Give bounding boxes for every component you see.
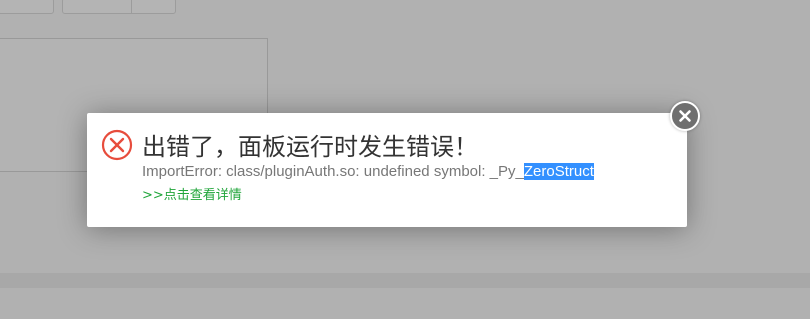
close-dialog-button[interactable]: [670, 101, 700, 131]
background-footer: [0, 273, 810, 288]
error-message: ImportError: class/pluginAuth.so: undefi…: [142, 162, 594, 182]
background-input-box: [0, 0, 54, 14]
error-message-selected-text: ZeroStruct: [523, 163, 594, 180]
dialog-title: 出错了，面板运行时发生错误！: [142, 133, 478, 161]
view-details-link[interactable]: >>点击查看详情: [142, 187, 242, 205]
error-message-text: ImportError: class/pluginAuth.so: undefi…: [142, 163, 524, 180]
background-select-divider: [131, 0, 132, 13]
background-select-box: [62, 0, 176, 14]
close-x-icon: [679, 110, 691, 122]
error-dialog: 出错了，面板运行时发生错误！ ImportError: class/plugin…: [87, 113, 687, 227]
error-circle-x-icon: [101, 129, 133, 161]
